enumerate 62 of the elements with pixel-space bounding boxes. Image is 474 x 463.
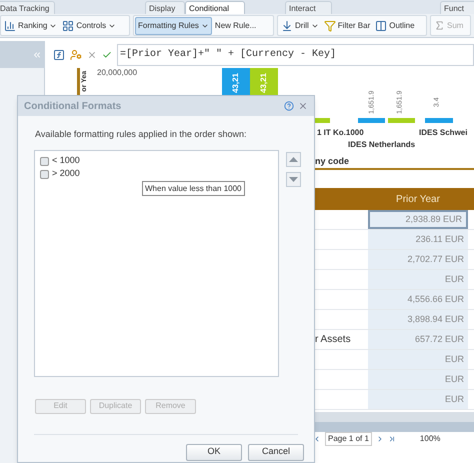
dialog-button[interactable]: Cancel [248, 444, 304, 460]
down-triangle-icon [289, 176, 298, 182]
toolbar-button[interactable]: Controls [60, 16, 118, 34]
rule-item[interactable]: > 2000 [40, 168, 278, 180]
table-cell: EUR [368, 350, 468, 369]
table-cell: 2,938.89 EUR [368, 210, 468, 229]
table-cell: 657.72 EUR [368, 330, 468, 349]
previous-page-icon[interactable] [313, 434, 321, 442]
rules-list[interactable]: < 1000 > 2000 When value less than 1000 [34, 150, 279, 376]
toolbar-button[interactable]: New Rule... [212, 16, 258, 34]
ribbon-tab[interactable]: Interact [285, 1, 332, 14]
checkbox[interactable] [40, 156, 49, 166]
toolbar-button[interactable]: Drill [279, 16, 321, 34]
up-triangle-icon [289, 156, 298, 162]
axis-label: ny code [315, 154, 350, 168]
close-icon[interactable] [298, 101, 308, 111]
last-page-icon[interactable] [388, 434, 396, 442]
formula-field[interactable]: =[Prior Year]+" " + [Currency - Key] [117, 44, 474, 66]
table-cell: EUR [368, 370, 468, 389]
category-label: 1 IT Ko.1000 [317, 127, 364, 139]
table-cell-text: r Assets [315, 333, 351, 347]
table-cell: EUR [368, 390, 468, 409]
function-icon[interactable] [53, 48, 65, 60]
filter-icon [324, 20, 336, 32]
grid-icon [62, 20, 74, 32]
toolbar-button[interactable]: Outline [373, 16, 417, 34]
ribbon-tab[interactable]: Data Tracking [0, 1, 55, 14]
user-gear-icon[interactable] [70, 48, 82, 60]
category-label: IDES Schwei [419, 127, 468, 139]
checkbox[interactable] [40, 170, 49, 178]
zoom-level[interactable]: 100% [420, 432, 440, 444]
move-up-button[interactable] [286, 152, 301, 166]
dialog-button[interactable]: OK [186, 444, 242, 460]
columns-icon [375, 20, 388, 32]
table-cell: 2,702.77 EUR [368, 250, 468, 269]
chart-bar: 43,21 [250, 68, 278, 98]
table-cell: 4,556.66 EUR [368, 290, 468, 309]
dialog-title: Conditional Formats [24, 100, 122, 114]
page-indicator: Page 1 of 1 [325, 432, 372, 446]
chart-bar: 43,21 [222, 68, 250, 98]
sigma-icon [434, 20, 445, 31]
ribbon-tab[interactable]: Conditional [185, 1, 245, 14]
toolbar-button[interactable]: Formatting Rules [135, 16, 212, 34]
instruction-text: Available formatting rules applied in the order shown: [35, 128, 248, 141]
close-icon[interactable] [87, 50, 97, 60]
move-down-button[interactable] [286, 172, 301, 186]
category-label: IDES Netherlands [348, 139, 416, 151]
ribbon-tab[interactable]: Display [145, 1, 185, 14]
arrow-down-icon [281, 20, 293, 32]
rule-item[interactable]: < 1000 [40, 154, 278, 168]
table-cell: EUR [368, 270, 468, 289]
table-cell: 3,898.94 EUR [368, 310, 468, 329]
tooltip: When value less than 1000 [142, 180, 245, 196]
ribbon-tab[interactable]: Funct [440, 1, 474, 14]
help-icon[interactable] [284, 101, 294, 111]
check-icon[interactable] [102, 50, 112, 60]
table-cell: 236.11 EUR [368, 230, 468, 249]
toolbar-button[interactable]: Filter Bar [322, 16, 372, 34]
axis-tick-label: 20,000,000 [97, 69, 138, 77]
axis-line [77, 68, 80, 98]
toolbar-button[interactable]: Ranking [2, 16, 60, 34]
bar-chart-icon [4, 20, 16, 32]
